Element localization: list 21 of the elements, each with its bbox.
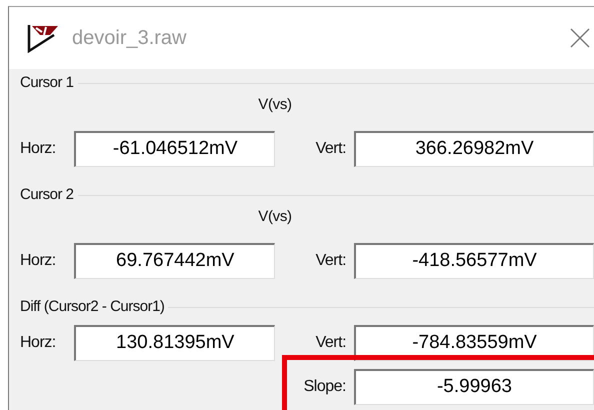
field-label[interactable]: Horz: (20, 331, 74, 355)
window-title: devoir_3.raw (72, 26, 187, 51)
app-logo-icon (26, 23, 60, 53)
field-label[interactable]: Horz: (20, 137, 74, 161)
value-field[interactable]: -5.99963 (354, 369, 594, 405)
group-title: Cursor 1 (20, 72, 74, 93)
field-label[interactable]: Vert: (274, 331, 354, 355)
group-title: Diff (Cursor2 - Cursor1) (20, 296, 164, 317)
field-label[interactable]: Vert: (274, 137, 354, 161)
close-icon[interactable] (570, 28, 590, 48)
field-label[interactable]: Slope: (287, 375, 354, 399)
value-field[interactable]: -61.046512mV (74, 131, 275, 167)
value-field[interactable]: -418.56577mV (354, 243, 594, 279)
field-label[interactable]: Vert: (274, 249, 354, 273)
value-field[interactable]: 69.767442mV (74, 243, 275, 279)
value-field[interactable]: 130.81395mV (74, 325, 275, 361)
group-title: Cursor 2 (20, 184, 74, 205)
trace-name: V(vs) (258, 96, 292, 113)
value-field[interactable]: 366.26982mV (354, 131, 594, 167)
trace-name: V(vs) (258, 208, 292, 225)
field-label[interactable]: Horz: (20, 249, 74, 273)
